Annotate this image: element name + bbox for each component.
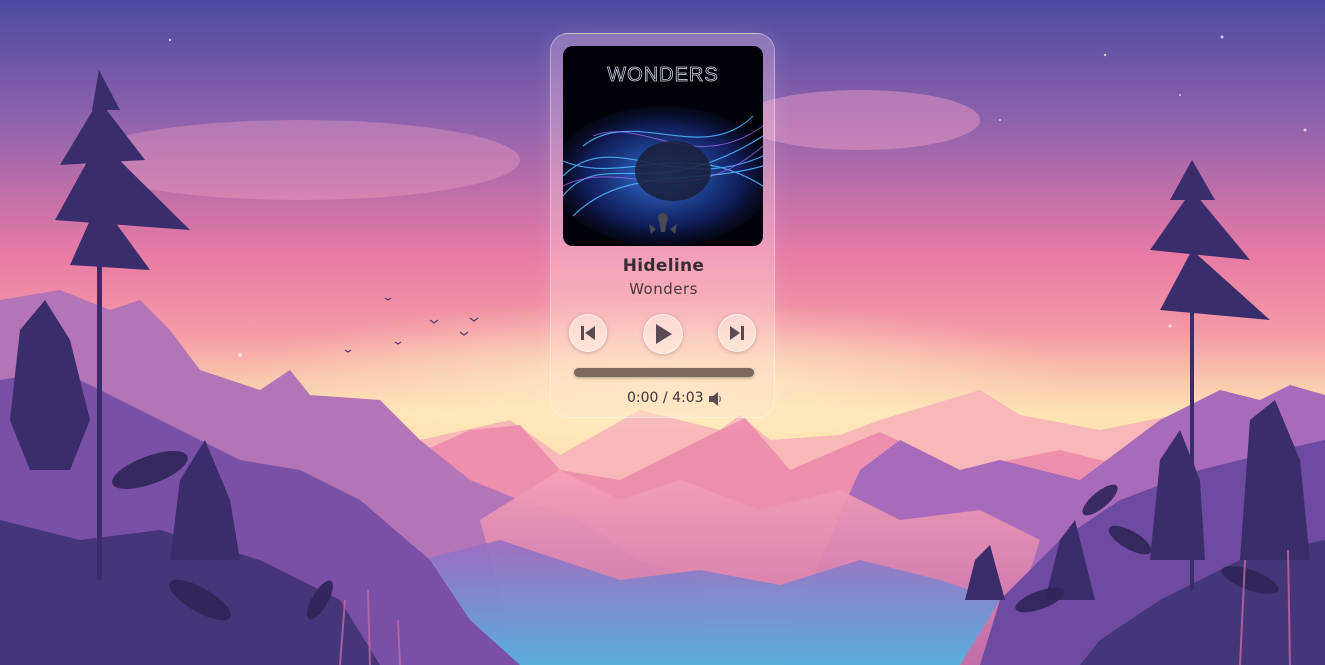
play-button[interactable] [643,314,683,354]
previous-track-button[interactable] [569,314,607,352]
play-icon [656,324,672,344]
album-cover: WONDERS [563,46,763,246]
time-display: 0:00 / 4:03 [627,390,704,406]
progress-bar[interactable] [574,368,754,377]
skip-next-icon [730,326,744,340]
skip-previous-icon [581,326,595,340]
song-artist: Wonders [629,280,698,298]
current-time: 0:00 [627,390,659,406]
music-player-card: WONDERS Hideline Wonders 0:00 / 4:03 [550,33,775,418]
cover-title: WONDERS [607,64,718,86]
volume-icon[interactable] [709,391,721,407]
duration: 4:03 [672,390,704,406]
next-track-button[interactable] [718,314,756,352]
song-title: Hideline [622,256,705,276]
time-separator: / [658,390,673,406]
